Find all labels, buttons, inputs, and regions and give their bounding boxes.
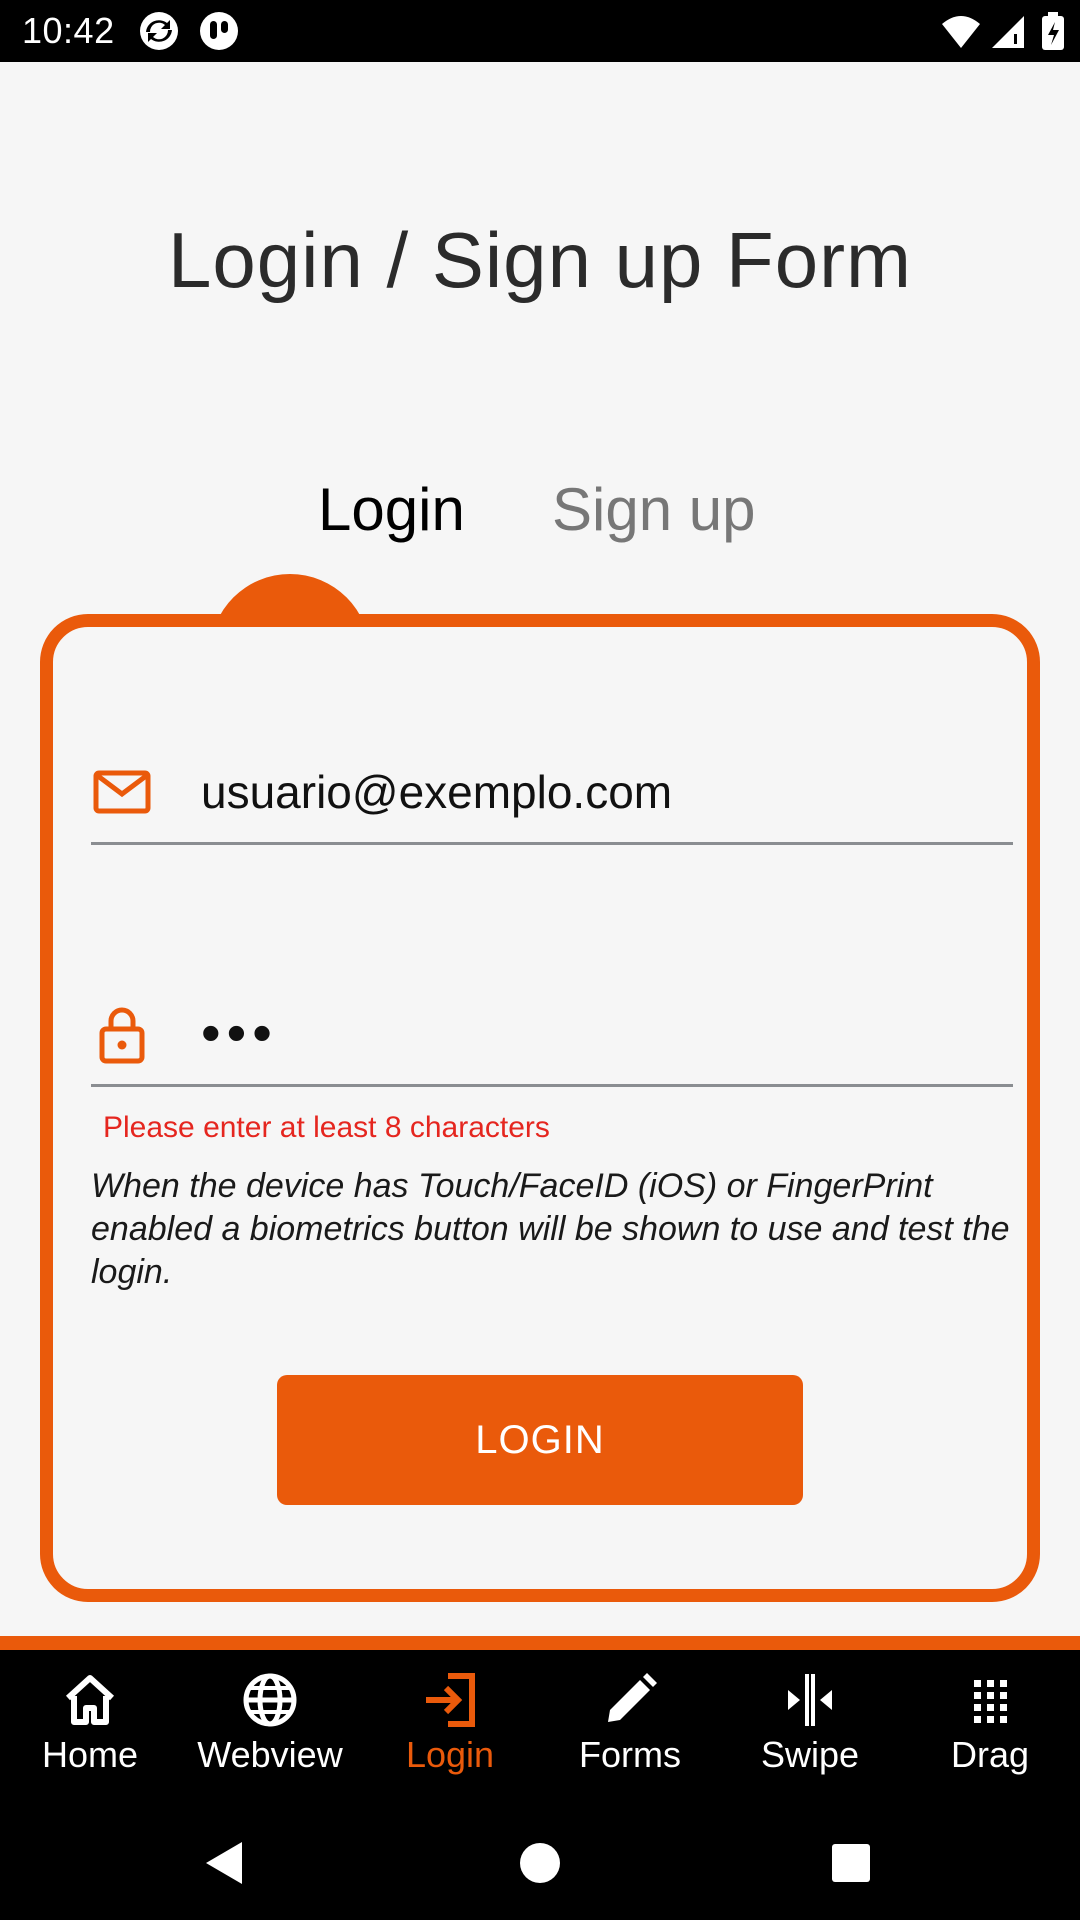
page-title: Login / Sign up Form: [167, 216, 913, 304]
battery-icon: [1042, 12, 1064, 50]
email-field: [91, 747, 1013, 845]
password-input[interactable]: [201, 997, 981, 1067]
status-time: 10:42: [22, 10, 115, 51]
nav-item-swipe[interactable]: Swipe: [720, 1650, 900, 1808]
app-notification-icon: [200, 12, 238, 50]
home-button-icon[interactable]: [515, 1838, 565, 1888]
grid-icon: [974, 1680, 1007, 1723]
nav-item-webview[interactable]: Webview: [180, 1650, 360, 1808]
globe-icon: [243, 1673, 297, 1727]
email-input[interactable]: [201, 757, 981, 827]
wifi-icon: [942, 16, 980, 48]
lock-icon: [99, 1007, 145, 1064]
signal-icon: [992, 16, 1024, 48]
recents-icon[interactable]: [826, 1838, 876, 1888]
nav-item-forms[interactable]: Forms: [540, 1650, 720, 1808]
nav-accent-bar: [0, 1636, 1080, 1650]
bottom-nav: Home Webview Login Forms Swipe Drag: [0, 1650, 1080, 1808]
login-button[interactable]: LOGIN: [277, 1375, 803, 1505]
biometrics-help-text: When the device has Touch/FaceID (iOS) o…: [91, 1167, 1010, 1291]
nav-label-webview: Webview: [197, 1734, 343, 1775]
tab-signup[interactable]: Sign up: [552, 475, 756, 544]
login-form-card: Please enter at least 8 characters When …: [40, 614, 1040, 1602]
login-icon: [426, 1673, 475, 1727]
password-field: [91, 989, 1013, 1087]
nav-label-drag: Drag: [950, 1734, 1030, 1775]
nav-label-home: Home: [41, 1734, 139, 1775]
mail-icon: [93, 770, 151, 814]
nav-label-forms: Forms: [579, 1734, 681, 1775]
back-icon[interactable]: [200, 1838, 250, 1888]
status-bar: 10:42: [0, 0, 1080, 62]
swipe-icon: [788, 1674, 832, 1726]
pencil-icon: [608, 1673, 657, 1722]
nav-label-swipe: Swipe: [760, 1734, 860, 1775]
nav-item-home[interactable]: Home: [0, 1650, 180, 1808]
home-icon: [65, 1675, 115, 1725]
nav-item-login[interactable]: Login: [360, 1650, 540, 1808]
password-error: Please enter at least 8 characters: [103, 1111, 550, 1144]
tab-login[interactable]: Login: [318, 475, 465, 544]
nav-item-drag[interactable]: Drag: [900, 1650, 1080, 1808]
system-nav-bar: [0, 1808, 1080, 1920]
sync-app-icon: [140, 12, 178, 50]
nav-label-login: Login: [405, 1734, 495, 1775]
